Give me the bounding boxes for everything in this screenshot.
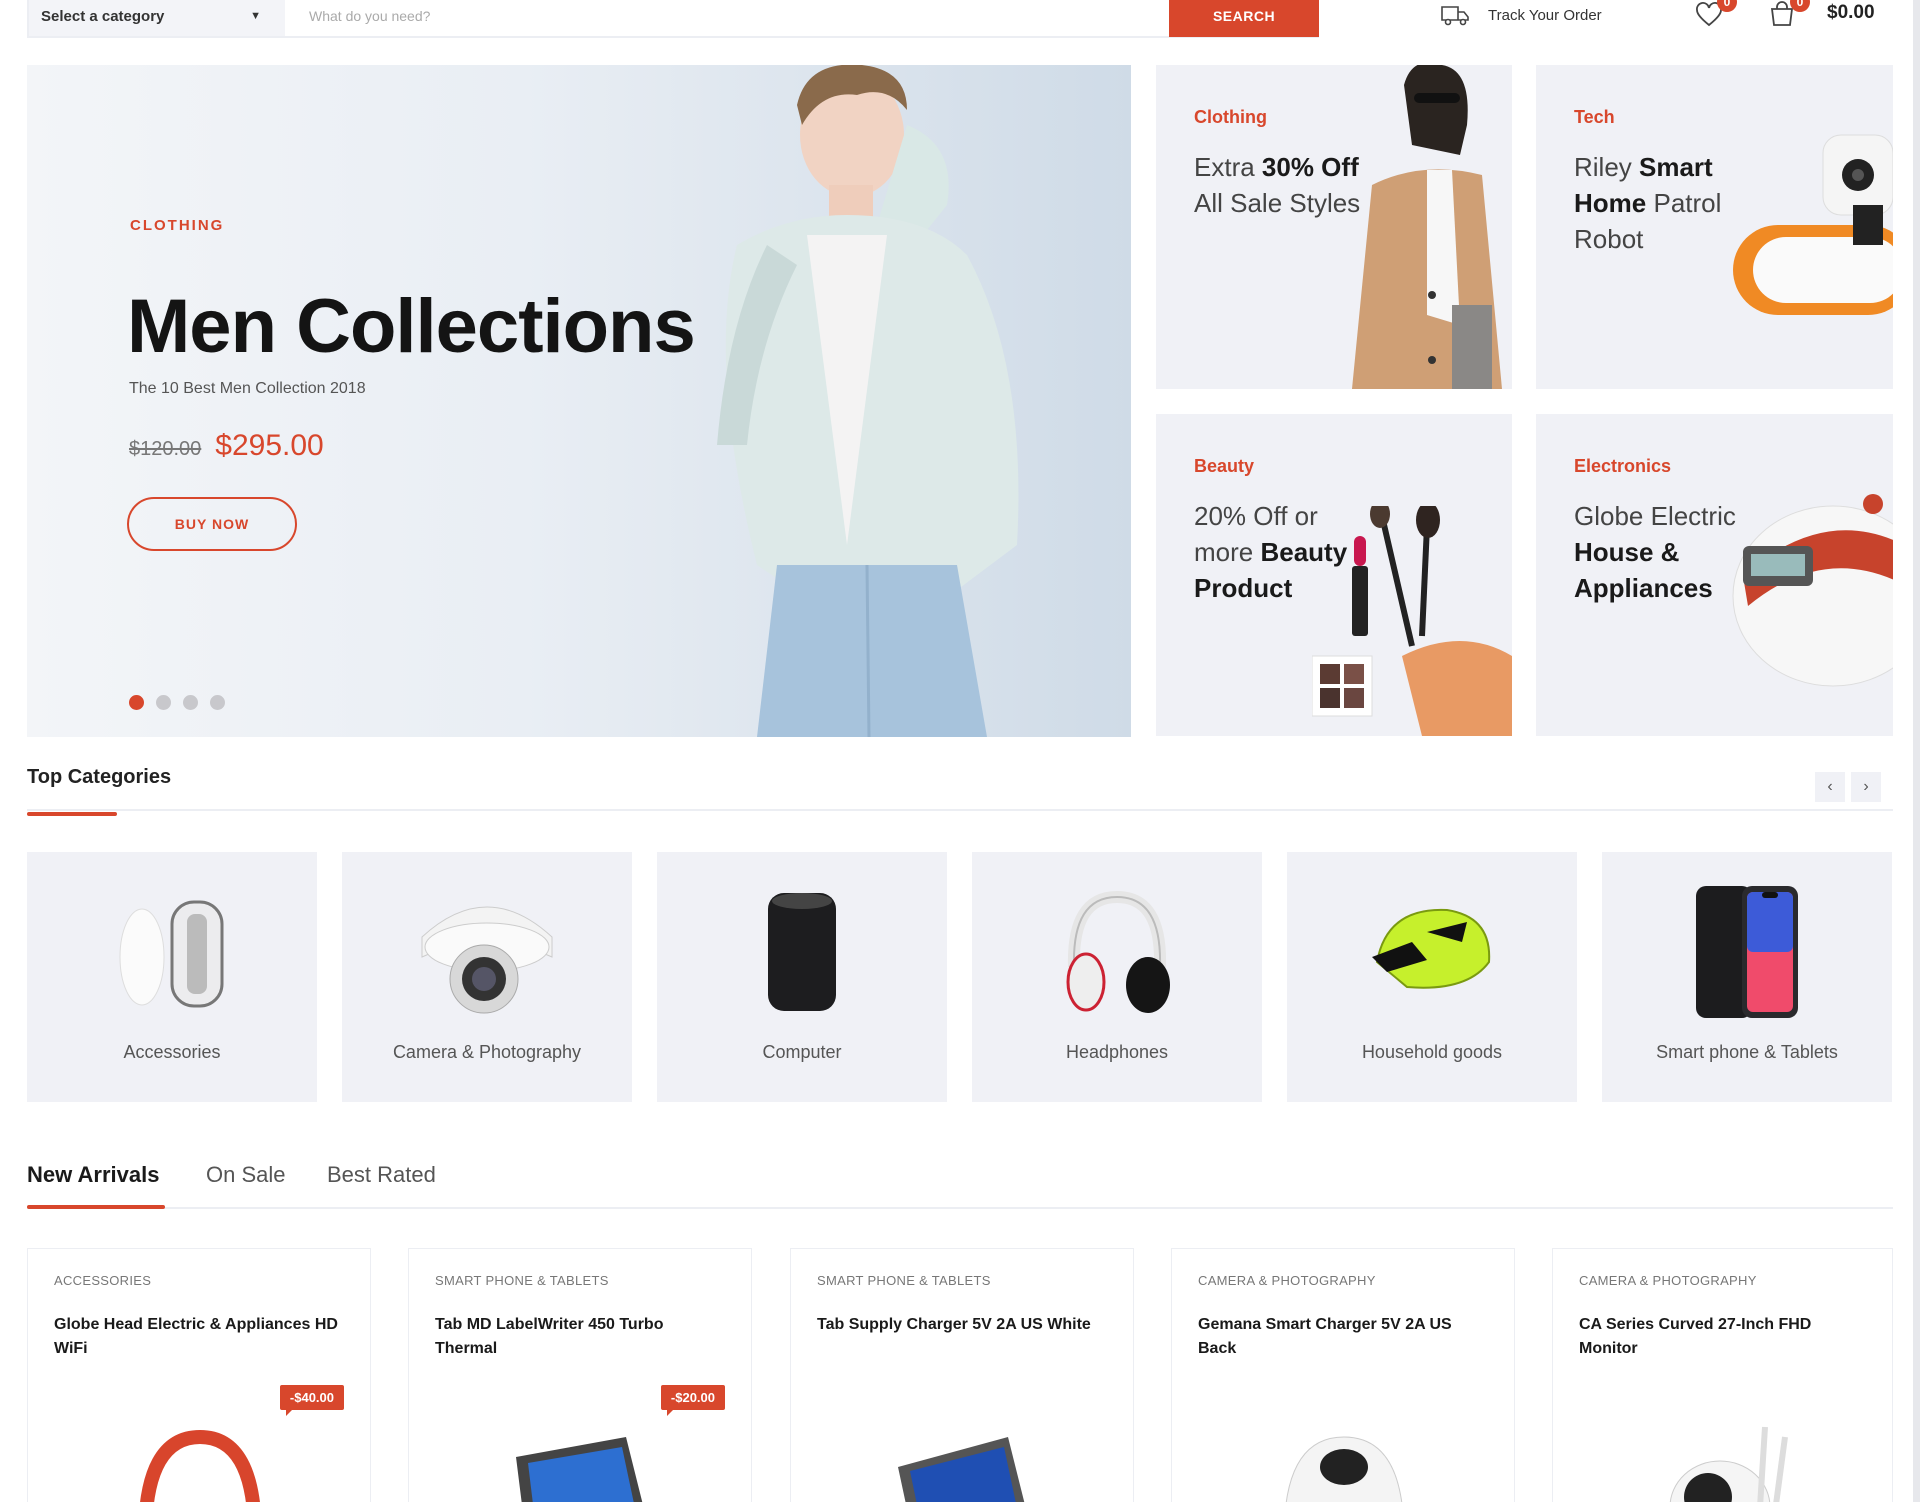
category-label: Headphones (1065, 1042, 1169, 1062)
cart-button[interactable]: 0 (1768, 0, 1810, 30)
category-card-computer[interactable]: Computer (657, 852, 947, 1102)
slider-dot[interactable] (183, 695, 198, 710)
product-name: CA Series Curved 27-Inch FHD Monitor (1579, 1316, 1812, 1357)
slider-dot[interactable] (129, 695, 144, 710)
category-label: Household goods (1361, 1042, 1503, 1062)
hero-new-price: $295.00 (215, 429, 324, 462)
section-underline (27, 812, 117, 816)
category-card-headphones[interactable]: Headphones (972, 852, 1262, 1102)
product-card[interactable]: ACCESSORIES Globe Head Electric & Applia… (27, 1248, 371, 1502)
security-camera-icon (342, 882, 632, 1022)
hero-old-price: $120.00 (129, 438, 202, 460)
promo-category: Beauty (1194, 456, 1255, 476)
hero-eyebrow: CLOTHING (130, 217, 225, 234)
tablet-image (409, 1417, 751, 1502)
rice-cooker-image (1732, 494, 1893, 687)
category-select[interactable]: Select a category ▼ (29, 0, 285, 36)
product-category: CAMERA & PHOTOGRAPHY (1579, 1273, 1757, 1288)
discount-badge: -$20.00 (660, 1385, 725, 1416)
promo-tile-clothing[interactable]: Clothing Extra 30% Off All Sale Styles (1156, 65, 1512, 389)
product-card[interactable]: CAMERA & PHOTOGRAPHY Gemana Smart Charge… (1171, 1248, 1515, 1502)
category-nav: ‹ › (1815, 772, 1881, 802)
prev-arrow-icon[interactable]: ‹ (1815, 772, 1845, 802)
makeup-brushes-image (1312, 506, 1512, 736)
category-card-smartphones[interactable]: Smart phone & Tablets (1602, 852, 1892, 1102)
promo-category: Electronics (1574, 456, 1672, 476)
tablet-charger-image (791, 1417, 1133, 1502)
caret-down-icon: ▼ (250, 10, 261, 22)
wishlist-button[interactable]: 0 (1695, 0, 1737, 30)
tab-best-rated[interactable]: Best Rated (327, 1162, 436, 1188)
promo-tile-electronics[interactable]: Electronics Globe Electric House & Appli… (1536, 414, 1893, 736)
product-name: Gemana Smart Charger 5V 2A US Back (1198, 1316, 1452, 1357)
track-order-label: Track Your Order (1488, 6, 1602, 24)
next-arrow-icon[interactable]: › (1851, 772, 1881, 802)
hero-price: $120.00 $295.00 (129, 429, 324, 463)
wifi-camera-image (1553, 1417, 1892, 1502)
cart-total: $0.00 (1827, 2, 1875, 23)
smartphone-icon (1602, 882, 1892, 1022)
discount-badge: -$40.00 (279, 1385, 344, 1416)
tab-underline (27, 1205, 165, 1209)
tab-new-arrivals[interactable]: New Arrivals (27, 1162, 159, 1188)
headphones-icon (972, 882, 1262, 1022)
promo-tile-beauty[interactable]: Beauty 20% Off or more Beauty Product (1156, 414, 1512, 736)
search-button[interactable]: SEARCH (1169, 0, 1319, 37)
product-name: Tab MD LabelWriter 450 Turbo Thermal (435, 1316, 664, 1357)
top-categories-title: Top Categories (27, 766, 172, 788)
slider-dot[interactable] (156, 695, 171, 710)
category-label: Smart phone & Tablets (1656, 1042, 1838, 1062)
product-card[interactable]: SMART PHONE & TABLETS Tab MD LabelWriter… (408, 1248, 752, 1502)
woman-coat-image (1352, 65, 1502, 389)
dome-camera-image (1172, 1417, 1514, 1502)
helmet-icon (1287, 882, 1577, 1022)
hero-title: Men Collections (127, 284, 696, 369)
category-card-camera[interactable]: Camera & Photography (342, 852, 632, 1102)
page-scroll-edge (1913, 0, 1920, 1502)
slider-dot[interactable] (210, 695, 225, 710)
category-card-household[interactable]: Household goods (1287, 852, 1577, 1102)
product-category: SMART PHONE & TABLETS (817, 1273, 991, 1288)
top-bar: Select a category ▼ SEARCH Track Your Or… (0, 0, 1920, 44)
buy-now-button[interactable]: BUY NOW (127, 497, 297, 551)
slider-dots (129, 695, 225, 710)
category-label: Accessories (123, 1042, 221, 1062)
mac-pro-cylinder-icon (657, 882, 947, 1022)
hero-model-image (717, 65, 1019, 737)
product-category: ACCESSORIES (54, 1273, 152, 1288)
mouse-mac-pro-icon (27, 882, 317, 1022)
product-name: Globe Head Electric & Appliances HD WiFi (54, 1316, 338, 1357)
track-order-link[interactable]: Track Your Order (1440, 0, 1602, 30)
promo-category: Tech (1574, 107, 1615, 127)
promo-tile-tech[interactable]: Tech Riley Smart Home Patrol Robot (1536, 65, 1893, 389)
search-bar: Select a category ▼ SEARCH (27, 0, 1319, 38)
hero-subtitle: The 10 Best Men Collection 2018 (129, 380, 366, 397)
headband-speaker-image (28, 1417, 370, 1502)
search-input[interactable] (285, 0, 1169, 36)
category-select-value: Select a category (41, 7, 165, 25)
product-category: SMART PHONE & TABLETS (435, 1273, 609, 1288)
tabs-divider (27, 1207, 1893, 1209)
robot-image (1733, 134, 1893, 315)
promo-category: Clothing (1194, 107, 1267, 127)
category-label: Camera & Photography (392, 1042, 582, 1062)
category-card-accessories[interactable]: Accessories (27, 852, 317, 1102)
tab-on-sale[interactable]: On Sale (206, 1162, 286, 1188)
truck-icon (1441, 6, 1469, 26)
product-category: CAMERA & PHOTOGRAPHY (1198, 1273, 1376, 1288)
category-label: Computer (762, 1042, 842, 1062)
product-card[interactable]: SMART PHONE & TABLETS Tab Supply Charger… (790, 1248, 1134, 1502)
product-card[interactable]: CAMERA & PHOTOGRAPHY CA Series Curved 27… (1552, 1248, 1893, 1502)
top-categories-divider (27, 809, 1893, 811)
hero-banner: CLOTHING Men Collections The 10 Best Men… (27, 65, 1131, 737)
product-name: Tab Supply Charger 5V 2A US White (817, 1316, 1091, 1333)
